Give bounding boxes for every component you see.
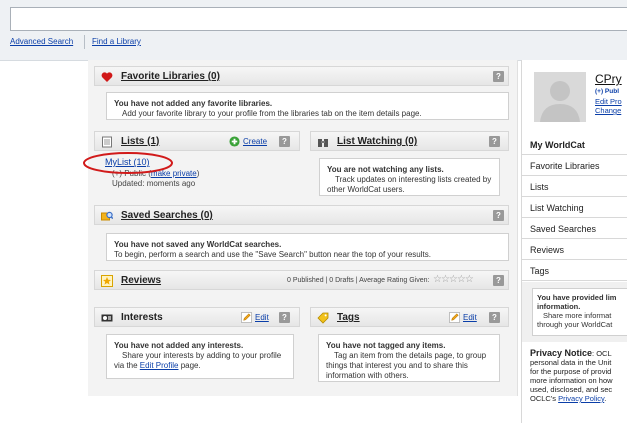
interests-hint-end: page. (178, 361, 201, 370)
search-bar: Advanced Search Find a Library (0, 0, 627, 61)
interests-title: Interests (121, 312, 163, 323)
nav-my-worldcat[interactable]: My WorldCat (522, 135, 627, 155)
profile-sidebar: CPry (+) Publ Edit Pro Change My WorldCa… (521, 60, 627, 423)
tag-icon (317, 312, 329, 324)
nav-list-watching[interactable]: List Watching (522, 198, 627, 218)
interests-message: You have not added any interests. Share … (106, 334, 294, 379)
binoculars-icon (318, 139, 328, 147)
lists-title[interactable]: Lists (1) (121, 136, 159, 147)
list-watching-header: List Watching (0) ? (310, 131, 509, 151)
favorite-libraries-message: You have not added any favorite librarie… (106, 92, 509, 120)
edit-profile-link[interactable]: Edit Profile (140, 361, 179, 370)
tags-info-line4: through your WorldCat (537, 320, 613, 329)
list-watching-message: You are not watching any lists. Track up… (319, 158, 500, 196)
reviews-stats: 0 Published | 0 Drafts | Average Rating … (287, 277, 430, 284)
favorite-libraries-header: Favorite Libraries (0) ? (94, 66, 509, 86)
favorite-libraries-title[interactable]: Favorite Libraries (0) (121, 71, 220, 82)
privacy-line2: for the purpose of provid (530, 367, 612, 376)
favorite-libraries-hint: Add your favorite library to your profil… (122, 109, 422, 118)
tags-info-line3: Share more informat (543, 311, 612, 320)
privacy-line1: personal data in the Unit (530, 358, 612, 367)
create-list-link[interactable]: Create (243, 137, 267, 146)
annotation-circle (83, 152, 173, 174)
saved-searches-panel: Saved Searches (0) ? You have not saved … (94, 205, 509, 263)
help-icon[interactable]: ? (489, 136, 500, 147)
favorite-libraries-panel: Favorite Libraries (0) ? You have not ad… (94, 66, 509, 122)
privacy-line5-end: . (604, 394, 607, 403)
interests-header: Interests Edit ? (94, 307, 300, 327)
pencil-icon[interactable] (241, 312, 252, 323)
divider (84, 35, 85, 49)
interests-edit-link[interactable]: Edit (255, 313, 269, 322)
interests-panel: Interests Edit ? You have not added any … (94, 307, 300, 387)
folder-search-icon (101, 211, 113, 221)
tags-hint: Tag an item from the details page, to gr… (326, 351, 487, 380)
tags-info-box: You have provided lim information. Share… (532, 288, 627, 336)
list-watching-title[interactable]: List Watching (0) (337, 136, 417, 147)
list-public-close: ) (196, 169, 200, 178)
privacy-line3: more information on how (530, 376, 613, 385)
star-icon (101, 275, 113, 287)
find-library-link[interactable]: Find a Library (92, 37, 141, 46)
help-icon[interactable]: ? (279, 136, 290, 147)
interests-icon (101, 314, 113, 322)
tags-info-line2: information. (537, 302, 581, 311)
privacy-line5: OCLC's (530, 394, 559, 403)
dashboard-left-column: Favorite Libraries (0) ? You have not ad… (83, 60, 518, 396)
reviews-panel: Reviews 0 Published | 0 Drafts | Average… (94, 270, 509, 306)
saved-searches-message: You have not saved any WorldCat searches… (106, 233, 509, 261)
tags-info-line1: You have provided lim (537, 293, 617, 302)
rating-stars: ☆☆☆☆☆ (433, 274, 474, 285)
privacy-heading: Privacy Notice (530, 349, 593, 358)
saved-searches-empty: You have not saved any WorldCat searches… (114, 240, 282, 249)
saved-searches-header: Saved Searches (0) ? (94, 205, 509, 225)
nav-favorite-libraries[interactable]: Favorite Libraries (522, 156, 627, 176)
list-updated: Updated: moments ago (112, 179, 196, 188)
list-watching-hint: Track updates on interesting lists creat… (327, 175, 492, 194)
tags-header: Tags Edit ? (310, 307, 509, 327)
search-input[interactable] (10, 7, 627, 31)
help-icon[interactable]: ? (279, 312, 290, 323)
list-watching-empty: You are not watching any lists. (327, 165, 444, 174)
help-icon[interactable]: ? (493, 275, 504, 286)
help-icon[interactable]: ? (493, 71, 504, 82)
nav-tags[interactable]: Tags (522, 261, 627, 281)
main-content: Favorite Libraries (0) ? You have not ad… (83, 60, 627, 423)
tags-title[interactable]: Tags (337, 312, 360, 323)
favorite-libraries-empty: You have not added any favorite librarie… (114, 99, 273, 108)
privacy-policy-link[interactable]: Privacy Policy (558, 394, 604, 403)
tags-info-panel: You have provided lim information. Share… (522, 282, 627, 342)
pencil-icon[interactable] (449, 312, 460, 323)
avatar (534, 72, 586, 122)
tags-message: You have not tagged any items. Tag an it… (318, 334, 500, 382)
reviews-title[interactable]: Reviews (121, 275, 161, 286)
tags-empty: You have not tagged any items. (326, 341, 446, 350)
tags-panel: Tags Edit ? You have not tagged any item… (310, 307, 509, 387)
list-watching-panel: List Watching (0) ? You are not watching… (310, 131, 509, 201)
saved-searches-title[interactable]: Saved Searches (0) (121, 210, 213, 221)
nav-lists[interactable]: Lists (522, 177, 627, 197)
help-icon[interactable]: ? (493, 210, 504, 221)
edit-profile-sidebar-link[interactable]: Edit Pro (595, 97, 622, 106)
nav-reviews[interactable]: Reviews (522, 240, 627, 260)
privacy-line4: used, disclosed, and sec (530, 385, 613, 394)
help-icon[interactable]: ? (489, 312, 500, 323)
change-photo-link[interactable]: Change (595, 106, 621, 115)
privacy-notice: Privacy Notice: OCL personal data in the… (530, 349, 627, 403)
profile-name[interactable]: CPry (595, 72, 622, 86)
advanced-search-link[interactable]: Advanced Search (10, 37, 73, 46)
interests-empty: You have not added any interests. (114, 341, 244, 350)
saved-searches-hint: To begin, perform a search and use the "… (114, 250, 431, 259)
list-icon (102, 136, 112, 148)
heart-icon (101, 72, 113, 82)
profile-visibility: (+) Publ (595, 88, 620, 95)
privacy-heading-rest: : OCL (592, 349, 612, 358)
user-silhouette-icon (540, 81, 580, 122)
nav-saved-searches[interactable]: Saved Searches (522, 219, 627, 239)
tags-edit-link[interactable]: Edit (463, 313, 477, 322)
lists-header: Lists (1) Create ? (94, 131, 300, 151)
add-icon[interactable] (229, 136, 240, 147)
reviews-header: Reviews 0 Published | 0 Drafts | Average… (94, 270, 509, 290)
